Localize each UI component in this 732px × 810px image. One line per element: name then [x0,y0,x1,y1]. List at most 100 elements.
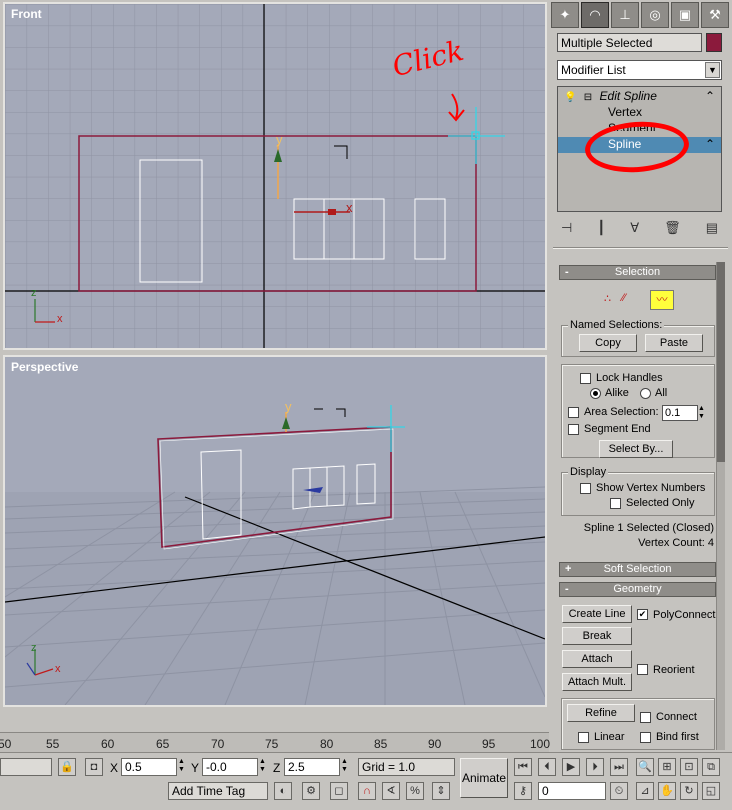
arc-rotate-icon[interactable]: ↻ [680,782,698,800]
x-coord-field[interactable]: 0.5 [121,758,177,776]
vertex-mode-icon[interactable]: ∴ [604,292,611,305]
lock-selection-icon[interactable]: 🔒 [58,758,76,776]
copy-button[interactable]: Copy [579,334,637,352]
collapse-icon[interactable]: ⊟ [584,92,592,103]
area-selection-checkbox[interactable] [568,407,579,418]
modifier-list-dropdown[interactable]: Modifier List ▼ [557,60,722,80]
play-icon[interactable]: ▶ [562,758,580,776]
key-mode-icon[interactable]: ⚷ [514,782,532,800]
perspective-viewport[interactable]: Perspective y z x [3,355,547,707]
pin-stack-icon[interactable]: ⊣ [561,220,572,236]
pan-icon[interactable]: ✋ [658,782,676,800]
bind-first-checkbox[interactable] [640,732,651,743]
absolute-mode-icon[interactable]: ◘ [85,758,103,776]
go-to-start-icon[interactable]: ⏮ [514,758,532,776]
zoom-all-icon[interactable]: ⊞ [658,758,676,776]
create-tab[interactable]: ✦ [551,2,579,28]
paste-button[interactable]: Paste [645,334,703,352]
spinner-arrows-icon[interactable]: ▲ ▼ [698,405,705,421]
stack-subexpand-icon[interactable]: ⌃ [705,137,715,151]
geometry-rollout-header[interactable]: - Geometry [559,582,716,597]
chevron-down-icon[interactable]: ▼ [705,62,720,78]
polyconnect-checkbox[interactable]: ✔ [637,609,648,620]
selected-only-label: Selected Only [626,497,695,509]
add-time-tag-field[interactable]: Add Time Tag [168,782,268,800]
go-to-end-icon[interactable]: ⏭ [610,758,628,776]
maximize-viewport-icon[interactable]: ◱ [702,782,720,800]
next-frame-icon[interactable]: ⏵ [586,758,604,776]
linear-checkbox[interactable] [578,732,589,743]
make-unique-icon[interactable]: ∀ [630,220,639,236]
prompt-field[interactable] [0,758,52,776]
motion-tab[interactable]: ◎ [641,2,669,28]
display-title: Display [568,466,609,478]
collapse-minus-icon: - [565,583,569,595]
soft-selection-rollout-header[interactable]: + Soft Selection [559,562,716,577]
zoom-extents-icon[interactable]: ⊡ [680,758,698,776]
configure-sets-icon[interactable]: ▤ [706,220,718,236]
attach-button[interactable]: Attach [562,650,632,668]
selection-lock-toggle-icon[interactable]: ◐ [274,782,292,800]
show-end-result-icon[interactable]: ┃ [597,220,605,236]
y-spinner-icon[interactable]: ▲ ▼ [259,758,266,774]
time-config-icon[interactable]: ⏲ [610,782,628,800]
perspective-viewport-canvas[interactable] [5,357,545,705]
front-viewport[interactable]: Front y x z x [3,2,547,350]
crossing-icon[interactable]: ⚙ [302,782,320,800]
z-spinner-icon[interactable]: ▲ ▼ [341,758,348,774]
percent-snap-icon[interactable]: % [406,782,424,800]
create-line-button[interactable]: Create Line [562,605,632,623]
display-group: Display Show Vertex Numbers Selected Onl… [561,466,715,516]
stack-item-edit-spline[interactable]: 💡 ⊟ Edit Spline ⌃ [558,89,721,105]
lightbulb-icon[interactable]: 💡 [564,92,576,103]
selection-rollout-header[interactable]: - Selection [559,265,716,280]
zoom-extents-all-icon[interactable]: ⧉ [702,758,720,776]
spinner-snap-icon[interactable]: ⇕ [432,782,450,800]
hierarchy-tab[interactable]: ⊥ [611,2,639,28]
utilities-tab[interactable]: ⚒ [701,2,729,28]
utilities-icon: ⚒ [709,7,721,22]
object-name-field[interactable]: Multiple Selected [557,33,702,52]
snap-toggle-icon[interactable]: ∩ [358,782,376,800]
panel-scroll-thumb[interactable] [717,262,725,462]
segment-end-checkbox[interactable] [568,424,579,435]
all-radio[interactable] [640,388,651,399]
segment-mode-icon[interactable]: ⁄⁄ [622,292,626,304]
zoom-icon[interactable]: 🔍 [636,758,654,776]
box-select-icon[interactable]: ◻ [330,782,348,800]
show-vertex-numbers-checkbox[interactable] [580,483,591,494]
stack-expand-icon[interactable]: ⌃ [705,89,715,103]
z-coord-field[interactable]: 2.5 [284,758,340,776]
timeline-ruler[interactable]: 50 55 60 65 70 75 80 85 90 95 100 [0,732,550,752]
reorient-checkbox[interactable] [637,664,648,675]
angle-snap-icon[interactable]: ∢ [382,782,400,800]
refine-button[interactable]: Refine [567,704,635,722]
panel-scrollbar[interactable] [716,262,725,750]
animate-button[interactable]: Animate [460,758,508,798]
lock-handles-checkbox[interactable] [580,373,591,384]
connect-checkbox[interactable] [640,712,651,723]
modify-tab[interactable]: ◠ [581,2,609,28]
timeline-tick: 65 [156,737,170,751]
perspective-viewport-label[interactable]: Perspective [11,360,78,374]
front-viewport-label[interactable]: Front [11,7,42,21]
geometry-rollout-title: Geometry [613,583,662,595]
object-color-swatch[interactable] [706,33,722,52]
spline-mode-icon[interactable]: 〰 [650,290,674,310]
y-coord-field[interactable]: -0.0 [202,758,258,776]
x-spinner-icon[interactable]: ▲ ▼ [178,758,185,774]
break-button[interactable]: Break [562,627,632,645]
previous-frame-icon[interactable]: ⏴ [538,758,556,776]
stack-item-vertex[interactable]: Vertex [558,105,721,121]
area-selection-spinner[interactable]: 0.1 [662,405,698,421]
current-frame-field[interactable]: 0 [538,782,606,800]
stack-item-vertex-label: Vertex [608,105,643,119]
attach-mult-button[interactable]: Attach Mult. [562,673,632,691]
alike-radio[interactable] [590,388,601,399]
selected-only-checkbox[interactable] [610,498,621,509]
remove-modifier-icon[interactable]: 🗑 [664,220,681,236]
grid-size-field: Grid = 1.0 [358,758,455,776]
select-by-button[interactable]: Select By... [599,440,673,458]
display-tab[interactable]: ▣ [671,2,699,28]
field-of-view-icon[interactable]: ⊿ [636,782,654,800]
